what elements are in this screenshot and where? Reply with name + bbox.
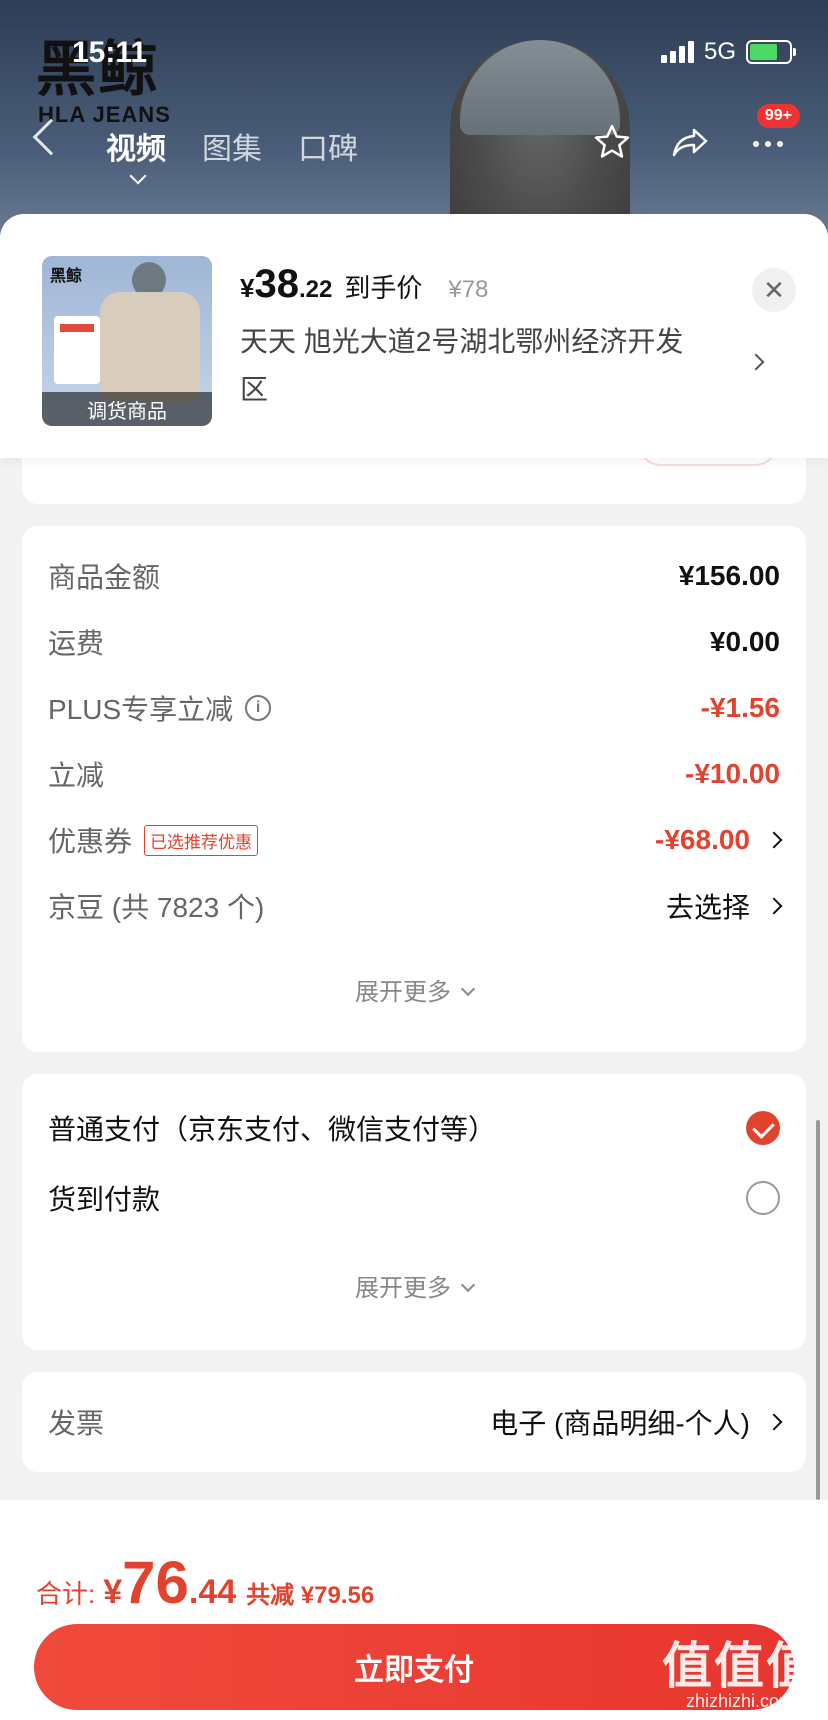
thumbnail-caption: 调货商品 (42, 392, 212, 426)
chevron-right-icon (765, 897, 783, 915)
summary-label: PLUS专享立减 i (48, 688, 272, 728)
more-icon[interactable]: 99+ (748, 104, 800, 162)
share-icon[interactable] (670, 122, 710, 162)
plus-label-text: PLUS专享立减 (48, 694, 234, 725)
summary-label: 京豆 (共 7823 个) (48, 892, 265, 923)
coupon-tag: 已选推荐优惠 (144, 824, 259, 856)
expand-more-button[interactable]: 展开更多 (22, 972, 806, 1007)
watermark-url: zhizhizhi.com (685, 1691, 795, 1711)
summary-label: 优惠券 已选推荐优惠 (48, 820, 259, 860)
close-icon[interactable]: ✕ (752, 268, 796, 312)
total-integer: 76 (122, 1549, 189, 1616)
signal-icon (660, 41, 694, 63)
price-integer: 38 (254, 262, 299, 306)
watermark-text: 值值值 (662, 1638, 818, 1694)
original-price: ¥78 (448, 276, 489, 303)
chevron-right-icon (765, 1413, 783, 1431)
network-label: 5G (703, 38, 736, 65)
payment-option-label: 普通支付（京东支付、微信支付等） (48, 1114, 497, 1145)
price-currency: ¥ (240, 273, 255, 303)
total-saving: 共减 ¥79.56 (246, 1582, 375, 1609)
summary-value: -¥1.56 (700, 692, 780, 723)
battery-icon (746, 40, 796, 64)
status-indicators: 5G (660, 38, 796, 66)
summary-value: -¥68.00 (655, 824, 783, 856)
summary-value: -¥10.00 (685, 758, 780, 789)
coupon-label-text: 优惠券 (48, 826, 133, 857)
status-time: 15:11 (72, 36, 148, 69)
payment-option-standard[interactable]: 普通支付（京东支付、微信支付等） (48, 1106, 780, 1150)
product-thumbnail[interactable]: 黑鲸 调货商品 (42, 256, 212, 426)
payment-option-label: 货到付款 (48, 1184, 161, 1215)
summary-value: ¥156.00 (678, 560, 780, 591)
expand-more-button[interactable]: 展开更多 (22, 1268, 806, 1303)
order-total: 合计: ¥ 76 .44 共减 ¥79.56 (36, 1548, 374, 1617)
tab-reviews[interactable]: 口碑 (298, 124, 358, 168)
summary-row-coupon[interactable]: 优惠券 已选推荐优惠 -¥68.00 (48, 820, 783, 860)
total-currency: ¥ (103, 1573, 123, 1611)
summary-value: 去选择 (665, 886, 783, 926)
tab-gallery[interactable]: 图集 (202, 124, 262, 168)
summary-row-goods: 商品金额 ¥156.00 (48, 556, 780, 596)
notification-badge: 99+ (756, 104, 800, 128)
tab-video[interactable]: 视频 (106, 124, 166, 168)
product-price: ¥ 38 .22 到手价 ¥78 (240, 262, 488, 307)
summary-row-shipping: 运费 ¥0.00 (48, 622, 780, 662)
checkout-bar: 合计: ¥ 76 .44 共减 ¥79.56 立即支付 值值值 zhizhizh… (0, 1500, 828, 1720)
media-tabs: 视频 图集 口碑 (106, 124, 358, 168)
invoice-row[interactable]: 发票 电子 (商品明细-个人) (48, 1402, 783, 1442)
scrollbar[interactable] (816, 1120, 820, 1500)
summary-label: 运费 (48, 628, 105, 659)
summary-row-discount: 立减 -¥10.00 (48, 754, 780, 794)
coupon-value: -¥68.00 (655, 824, 750, 855)
radio-checked-icon[interactable] (746, 1111, 780, 1145)
price-label: 到手价 (344, 273, 423, 303)
summary-value: ¥0.00 (709, 626, 780, 657)
thumbnail-logo: 黑鲸 (50, 268, 83, 285)
payment-option-cod[interactable]: 货到付款 (48, 1176, 780, 1220)
info-icon[interactable]: i (245, 695, 272, 721)
chevron-right-icon (765, 831, 783, 849)
invoice-label: 发票 (48, 1408, 105, 1439)
price-decimal: .22 (298, 276, 333, 303)
summary-row-jingdou[interactable]: 京豆 (共 7823 个) 去选择 (48, 886, 783, 926)
star-icon[interactable] (592, 122, 632, 162)
payment-methods: 普通支付（京东支付、微信支付等） 货到付款 展开更多 (22, 1074, 806, 1350)
summary-label: 立减 (48, 760, 105, 791)
total-decimal: .44 (188, 1573, 237, 1611)
expand-label: 展开更多 (355, 1275, 451, 1302)
chevron-down-icon (460, 1277, 476, 1293)
expand-label: 展开更多 (355, 979, 451, 1006)
product-card[interactable]: 黑鲸 调货商品 ¥ 38 .22 到手价 ¥78 天天 旭光大道2号湖北鄂州经济… (0, 214, 828, 458)
invoice-value-text: 电子 (商品明细-个人) (490, 1408, 750, 1439)
invoice-value: 电子 (商品明细-个人) (490, 1402, 783, 1442)
summary-row-plus: PLUS专享立减 i -¥1.56 (48, 688, 780, 728)
chevron-down-icon (460, 981, 476, 997)
watermark: 值值值 zhizhizhi.com (662, 1641, 818, 1712)
total-label: 合计: (36, 1579, 96, 1609)
summary-label: 商品金额 (48, 562, 161, 593)
invoice-panel[interactable]: 发票 电子 (商品明细-个人) (22, 1372, 806, 1472)
price-summary: 商品金额 ¥156.00 运费 ¥0.00 PLUS专享立减 i -¥1.56 … (22, 526, 806, 1052)
jingdou-action: 去选择 (665, 892, 750, 923)
radio-unchecked-icon[interactable] (746, 1181, 780, 1215)
header-actions: 99+ (592, 104, 800, 162)
delivery-address[interactable]: 天天 旭光大道2号湖北鄂州经济开发区 (240, 318, 710, 414)
